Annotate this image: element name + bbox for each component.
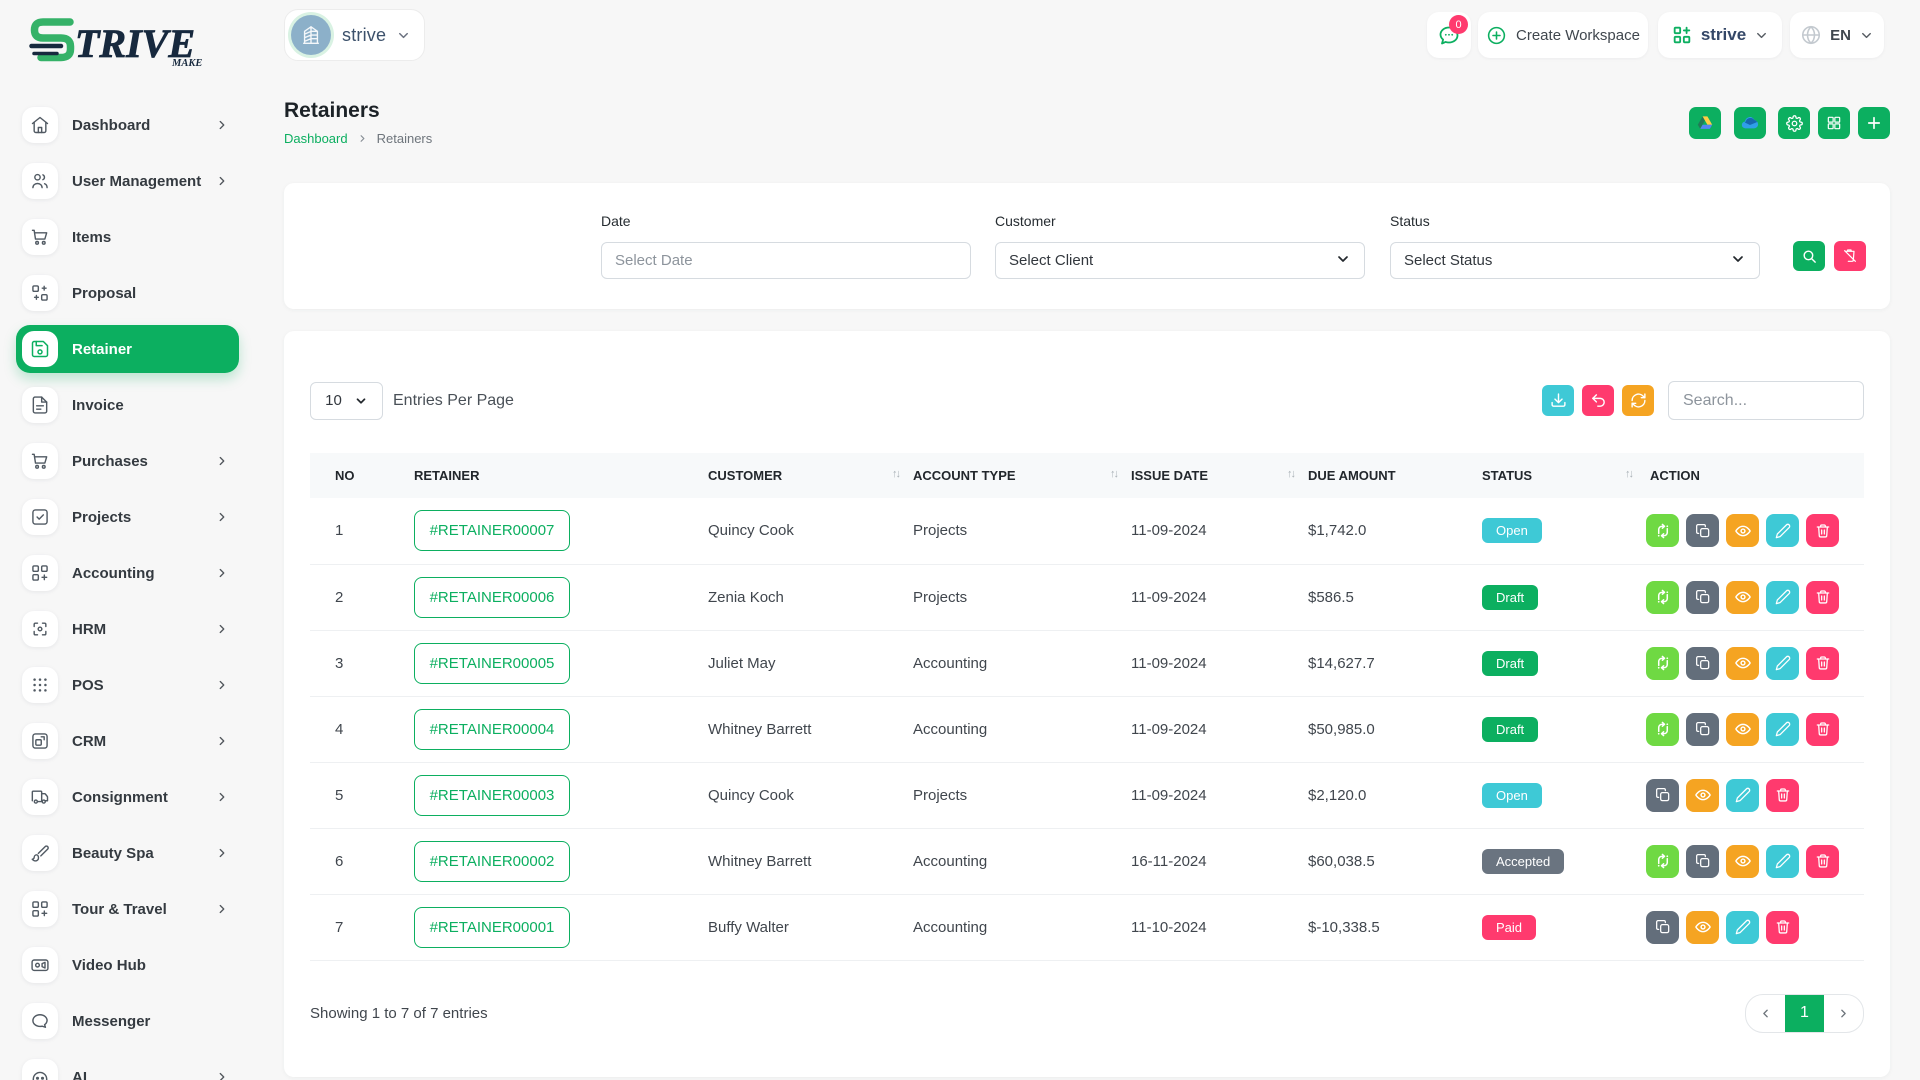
svg-text:MAKE: MAKE	[171, 58, 202, 68]
